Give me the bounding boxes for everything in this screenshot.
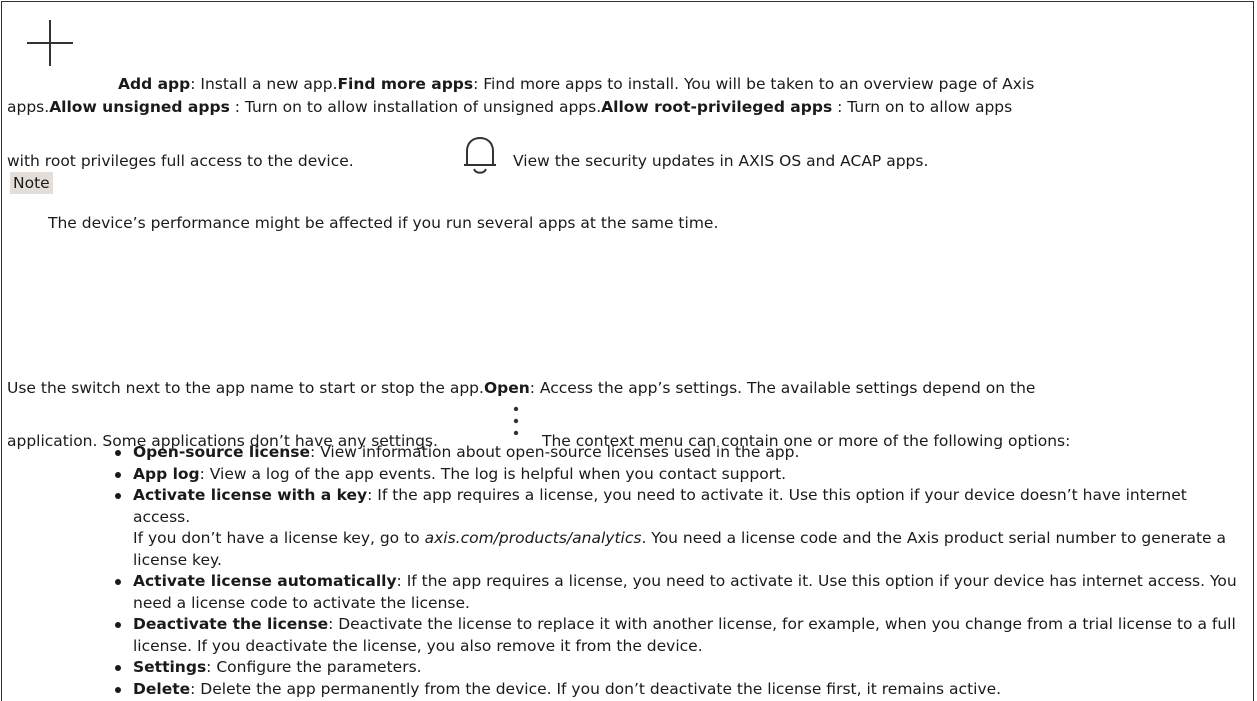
note-label: Note xyxy=(10,172,53,194)
intro-line-2: apps.Allow unsigned apps : Turn on to al… xyxy=(7,98,1013,116)
allow-unsigned-title: Allow unsigned apps xyxy=(49,98,230,116)
license-key-note: If you don’t have a license key, go to a… xyxy=(133,529,1227,569)
add-app-title: Add app xyxy=(118,75,191,93)
security-updates-text: View the security updates in AXIS OS and… xyxy=(513,152,929,170)
list-item: Activate license automatically: If the a… xyxy=(115,571,1240,614)
list-item: Settings: Configure the parameters. xyxy=(115,657,1240,679)
bell-icon[interactable] xyxy=(463,136,497,176)
plus-icon[interactable] xyxy=(27,20,73,66)
list-item: Delete: Delete the app permanently from … xyxy=(115,679,1240,701)
note-text: The device’s performance might be affect… xyxy=(48,214,719,232)
open-title: Open xyxy=(483,379,530,397)
analytics-link[interactable]: axis.com/products/analytics xyxy=(425,529,642,547)
find-more-apps-title: Find more apps xyxy=(337,75,474,93)
app-controls-line-1: Use the switch next to the app name to s… xyxy=(7,379,1036,397)
intro-line-3: with root privileges full access to the … xyxy=(7,152,354,170)
allow-root-title: Allow root-privileged apps xyxy=(601,98,833,116)
list-item: Activate license with a key: If the app … xyxy=(115,485,1240,571)
list-item: Deactivate the license: Deactivate the l… xyxy=(115,614,1240,657)
context-menu-options-list: Open-source license: View information ab… xyxy=(115,442,1240,700)
list-item: App log: View a log of the app events. T… xyxy=(115,464,1240,486)
intro-line-1: Add app: Install a new app.Find more app… xyxy=(118,75,1035,93)
list-item: Open-source license: View information ab… xyxy=(115,442,1240,464)
vertical-dots-icon[interactable] xyxy=(510,404,522,444)
